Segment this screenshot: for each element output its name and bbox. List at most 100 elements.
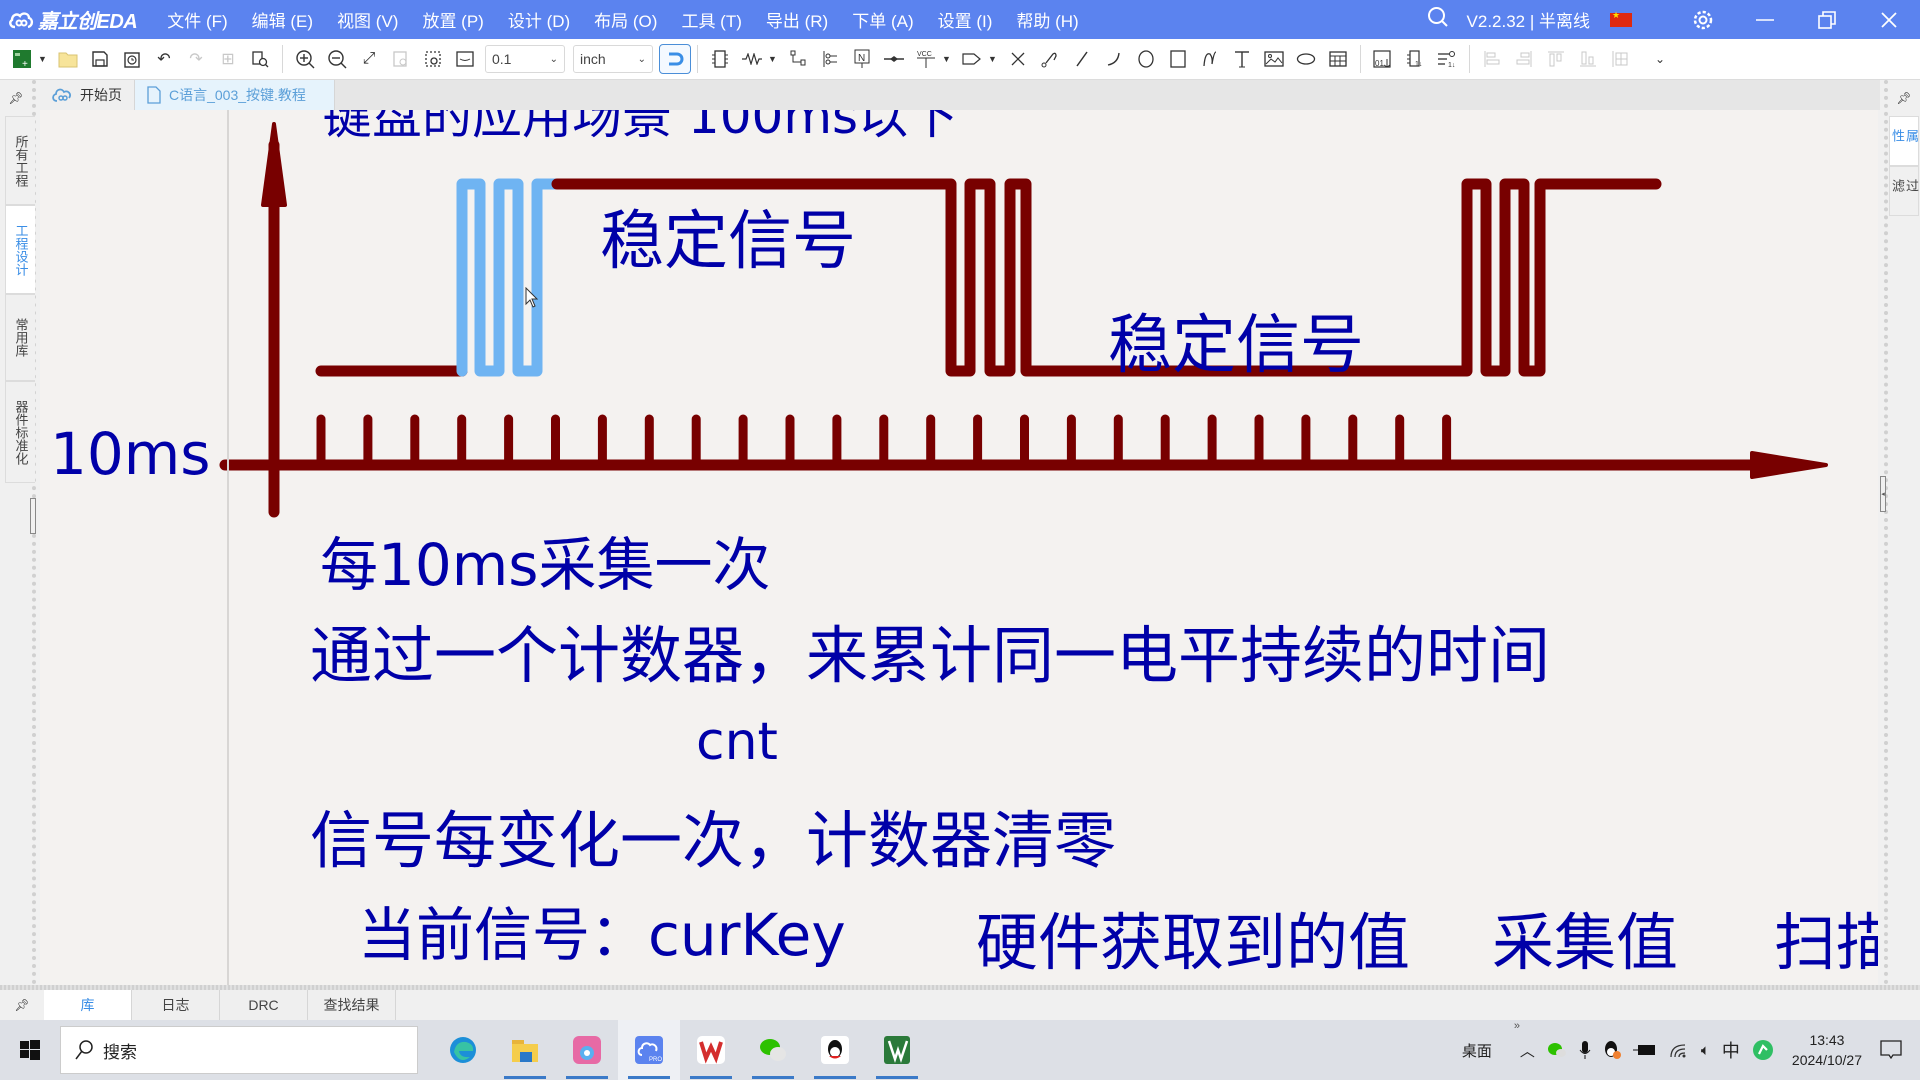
tray-battery-icon[interactable] [1632,1043,1657,1057]
align-top-icon[interactable] [1540,43,1572,75]
taskbar-photo-app-icon[interactable] [556,1020,618,1080]
menu-design[interactable]: 设计 (D) [496,7,582,32]
show-desktop-label[interactable]: 桌面 [1462,1040,1492,1061]
sidebar-tab-properties[interactable]: 属性 [1889,116,1919,166]
ellipse-icon[interactable] [1290,43,1322,75]
canvas-text-line3[interactable]: cnt [696,712,778,772]
align-bottom-icon[interactable] [1572,43,1604,75]
menu-layout[interactable]: 布局 (O) [582,7,669,32]
tray-volume-icon[interactable]: 🔈︎ [1701,1042,1710,1059]
new-project-icon[interactable]: + [6,43,38,75]
canvas-text-line2[interactable]: 通过一个计数器，来累计同一电平持续的时间 [310,605,1550,695]
canvas-text-top-cut[interactable]: 键盘的应用场景 100ms以下 [322,110,958,148]
level-axis-arrowhead[interactable] [261,122,287,207]
find-in-doc-icon[interactable] [244,43,276,75]
junction-icon[interactable] [878,43,910,75]
sort-list-icon[interactable]: 1↓ [1431,43,1463,75]
probe-icon[interactable] [1034,43,1066,75]
line-icon[interactable] [1066,43,1098,75]
tray-wechat-icon[interactable] [1547,1042,1567,1058]
taskbar-wechat-icon[interactable] [742,1020,804,1080]
zoom-out-icon[interactable] [321,43,353,75]
bottom-tab-log[interactable]: 日志 [132,990,220,1020]
align-right-icon[interactable] [1508,43,1540,75]
menu-export[interactable]: 导出 (R) [754,7,840,32]
group-icon[interactable]: ⊞ [212,43,244,75]
canvas-text-line5c[interactable]: 采集值 [1492,892,1678,982]
taskbar-search-input[interactable]: 搜索 [60,1026,418,1074]
zoom-area-icon[interactable] [417,43,449,75]
canvas-text-stable-signal-2[interactable]: 稳定信号 [1108,294,1364,386]
signal-glitch-highlighted[interactable] [456,178,563,377]
vcc-power-icon[interactable]: VCC [910,43,942,75]
schematic-annotate-icon[interactable]: 01 [1367,43,1399,75]
align-left-icon[interactable] [1476,43,1508,75]
save-icon[interactable] [84,43,116,75]
tray-ime-indicator[interactable]: 中 [1722,1037,1740,1063]
net-port-icon[interactable] [956,43,988,75]
canvas-text-time-label[interactable]: 10ms [50,420,211,488]
tray-clock[interactable]: 13:43 2024/10/27 [1792,1030,1862,1070]
unit-select[interactable]: inch ⌄ [573,45,653,73]
pin-icon[interactable]: 📌︎ [1888,80,1920,116]
grid-size-select[interactable]: 0.1 ⌄ [485,45,565,73]
sidebar-tab-project-design[interactable]: 工程设计 [5,205,35,294]
sidebar-tab-component-standardization[interactable]: 器件标准化 [5,381,35,483]
zoom-in-icon[interactable] [289,43,321,75]
canvas-text-line5b[interactable]: 硬件获取到的值 [976,892,1410,982]
snap-magnet-toggle[interactable] [659,44,691,74]
tray-microphone-icon[interactable] [1579,1040,1591,1060]
notification-center-icon[interactable] [1880,1040,1902,1060]
taskbar-wps-icon[interactable] [680,1020,742,1080]
place-component-icon[interactable] [704,43,736,75]
toolbar-overflow-chevron-icon[interactable]: ⌄ [1644,43,1676,75]
resistor-dropdown-icon[interactable]: ▼ [768,54,782,64]
tray-qq-icon[interactable] [1603,1040,1621,1060]
canvas-text-line5a[interactable]: 当前信号：curKey [358,888,846,972]
menu-edit[interactable]: 编辑 (E) [240,7,325,32]
bottom-tab-library[interactable]: 库 [44,990,132,1020]
image-icon[interactable] [1258,43,1290,75]
wire-icon[interactable] [782,43,814,75]
new-dropdown-icon[interactable]: ▼ [38,54,52,64]
canvas-text-line4[interactable]: 信号每变化一次，计数器清零 [310,790,1116,880]
bus-icon[interactable] [814,43,846,75]
fit-view-icon[interactable]: ⤢ [353,43,385,75]
undo-icon[interactable]: ↶ [148,43,180,75]
no-connect-icon[interactable] [1002,43,1034,75]
taskbar-vs-app-icon[interactable] [866,1020,928,1080]
arc-icon[interactable] [1098,43,1130,75]
sidebar-tab-filter[interactable]: 过滤 [1889,166,1919,216]
search-icon[interactable] [1427,6,1449,33]
taskbar-file-explorer-icon[interactable] [494,1020,556,1080]
language-flag-icon[interactable] [1610,10,1632,27]
taskbar-edge-icon[interactable] [432,1020,494,1080]
menu-view[interactable]: 视图 (V) [325,7,410,32]
canvas-text-stable-signal-1[interactable]: 稳定信号 [600,190,856,282]
sidebar-tab-all-projects[interactable]: 所有工程 [5,116,35,205]
tray-expand-chevron-icon[interactable]: ︿ [1520,1040,1535,1061]
open-folder-icon[interactable] [52,43,84,75]
menu-file[interactable]: 文件 (F) [155,7,239,32]
close-button[interactable] [1858,0,1920,39]
menu-tools[interactable]: 工具 (T) [669,7,753,32]
menu-help[interactable]: 帮助 (H) [1004,7,1090,32]
tab-start-page[interactable]: 开始页 [40,80,135,110]
preview-eye-icon[interactable] [449,43,481,75]
tab-document[interactable]: C语言_003_按键.教程 [135,80,335,110]
component-annotate-icon[interactable]: 1↓ [1399,43,1431,75]
bottom-tab-drc[interactable]: DRC [220,990,308,1020]
left-panel-collapse-handle[interactable] [30,498,36,534]
text-tool-icon[interactable] [1226,43,1258,75]
save-history-icon[interactable] [116,43,148,75]
align-grid-icon[interactable] [1604,43,1636,75]
tray-wifi-icon[interactable] [1669,1041,1689,1059]
menu-settings[interactable]: 设置 (I) [926,7,1005,32]
bottom-tab-find-results[interactable]: 查找结果 [308,990,396,1020]
redo-icon[interactable]: ↷ [180,43,212,75]
pin-icon[interactable]: 📌︎ [0,987,44,1023]
time-axis-arrowhead[interactable] [1750,451,1828,479]
circle-icon[interactable] [1130,43,1162,75]
pin-icon[interactable]: 📌︎ [0,80,32,116]
taskbar-qq-icon[interactable] [804,1020,866,1080]
